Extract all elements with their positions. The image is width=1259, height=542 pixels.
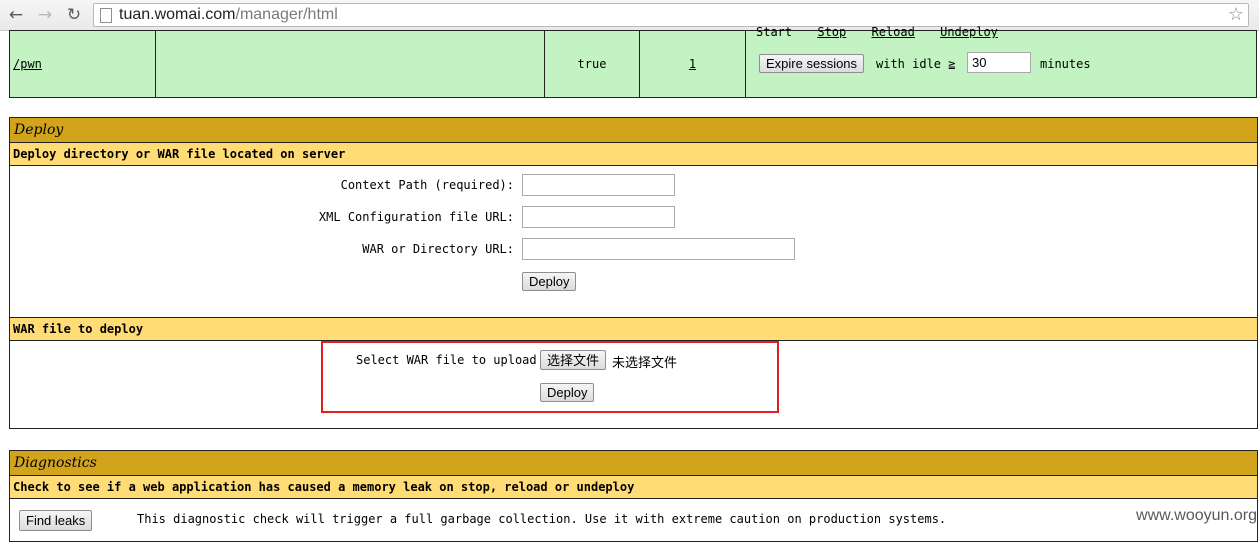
app-path-link[interactable]: /pwn <box>13 57 42 71</box>
diagnostics-title: Diagnostics <box>10 451 1257 476</box>
diagnostics-header: Check to see if a web application has ca… <box>10 476 1257 499</box>
start-link[interactable]: Start <box>756 26 792 38</box>
reload-icon[interactable]: ↻ <box>63 4 85 26</box>
with-idle-label: with idle ≧ <box>876 57 956 71</box>
app-path-cell: /pwn <box>9 30 156 98</box>
reload-link[interactable]: Reload <box>872 26 915 38</box>
diagnostics-description: This diagnostic check will trigger a ful… <box>137 512 947 526</box>
undeploy-link[interactable]: Undeploy <box>940 26 998 38</box>
stop-link[interactable]: Stop <box>817 26 846 38</box>
context-path-input[interactable] <box>522 174 675 196</box>
highlight-box <box>321 341 779 413</box>
xml-config-input[interactable] <box>522 206 675 228</box>
running-cell: true <box>544 30 640 98</box>
page-icon <box>100 8 112 23</box>
running-value: true <box>577 57 607 71</box>
idle-minutes-input[interactable] <box>967 52 1031 73</box>
bookmark-star-icon[interactable]: ☆ <box>1228 4 1244 26</box>
deploy-title: Deploy <box>10 118 1257 143</box>
display-name-cell <box>155 30 545 98</box>
applications-table: /pwn true 1 Start Stop Reload Undeploy E… <box>9 26 1257 98</box>
command-links: Start Stop Reload Undeploy <box>756 26 998 38</box>
url-path: /manager/html <box>235 6 338 23</box>
commands-cell: Start Stop Reload Undeploy Expire sessio… <box>745 26 1257 98</box>
watermark: www.wooyun.org <box>1136 507 1257 524</box>
forward-icon[interactable]: → <box>34 4 56 26</box>
war-upload-header: WAR file to deploy <box>10 318 1257 341</box>
xml-config-label: XML Configuration file URL: <box>318 210 514 224</box>
expire-sessions-button[interactable]: Expire sessions <box>759 54 865 73</box>
sessions-cell: 1 <box>639 30 746 98</box>
minutes-label: minutes <box>1040 57 1091 71</box>
diagnostics-section: Diagnostics Check to see if a web applic… <box>9 450 1258 542</box>
table-row: /pwn true 1 Start Stop Reload Undeploy E… <box>9 26 1257 98</box>
url-text: tuan.womai.com/manager/html <box>119 4 338 26</box>
browser-toolbar: ← → ↻ tuan.womai.com/manager/html ☆ <box>0 0 1259 31</box>
back-icon[interactable]: ← <box>5 4 27 26</box>
sessions-link[interactable]: 1 <box>689 57 696 71</box>
url-host: tuan.womai.com <box>119 6 236 23</box>
context-path-label: Context Path (required): <box>340 178 514 192</box>
address-bar[interactable]: tuan.womai.com/manager/html ☆ <box>93 3 1249 27</box>
war-directory-label: WAR or Directory URL: <box>362 242 514 256</box>
find-leaks-button[interactable]: Find leaks <box>19 510 93 531</box>
war-directory-input[interactable] <box>522 238 795 260</box>
server-deploy-header: Deploy directory or WAR file located on … <box>10 143 1257 166</box>
deploy-server-button[interactable]: Deploy <box>522 272 577 291</box>
